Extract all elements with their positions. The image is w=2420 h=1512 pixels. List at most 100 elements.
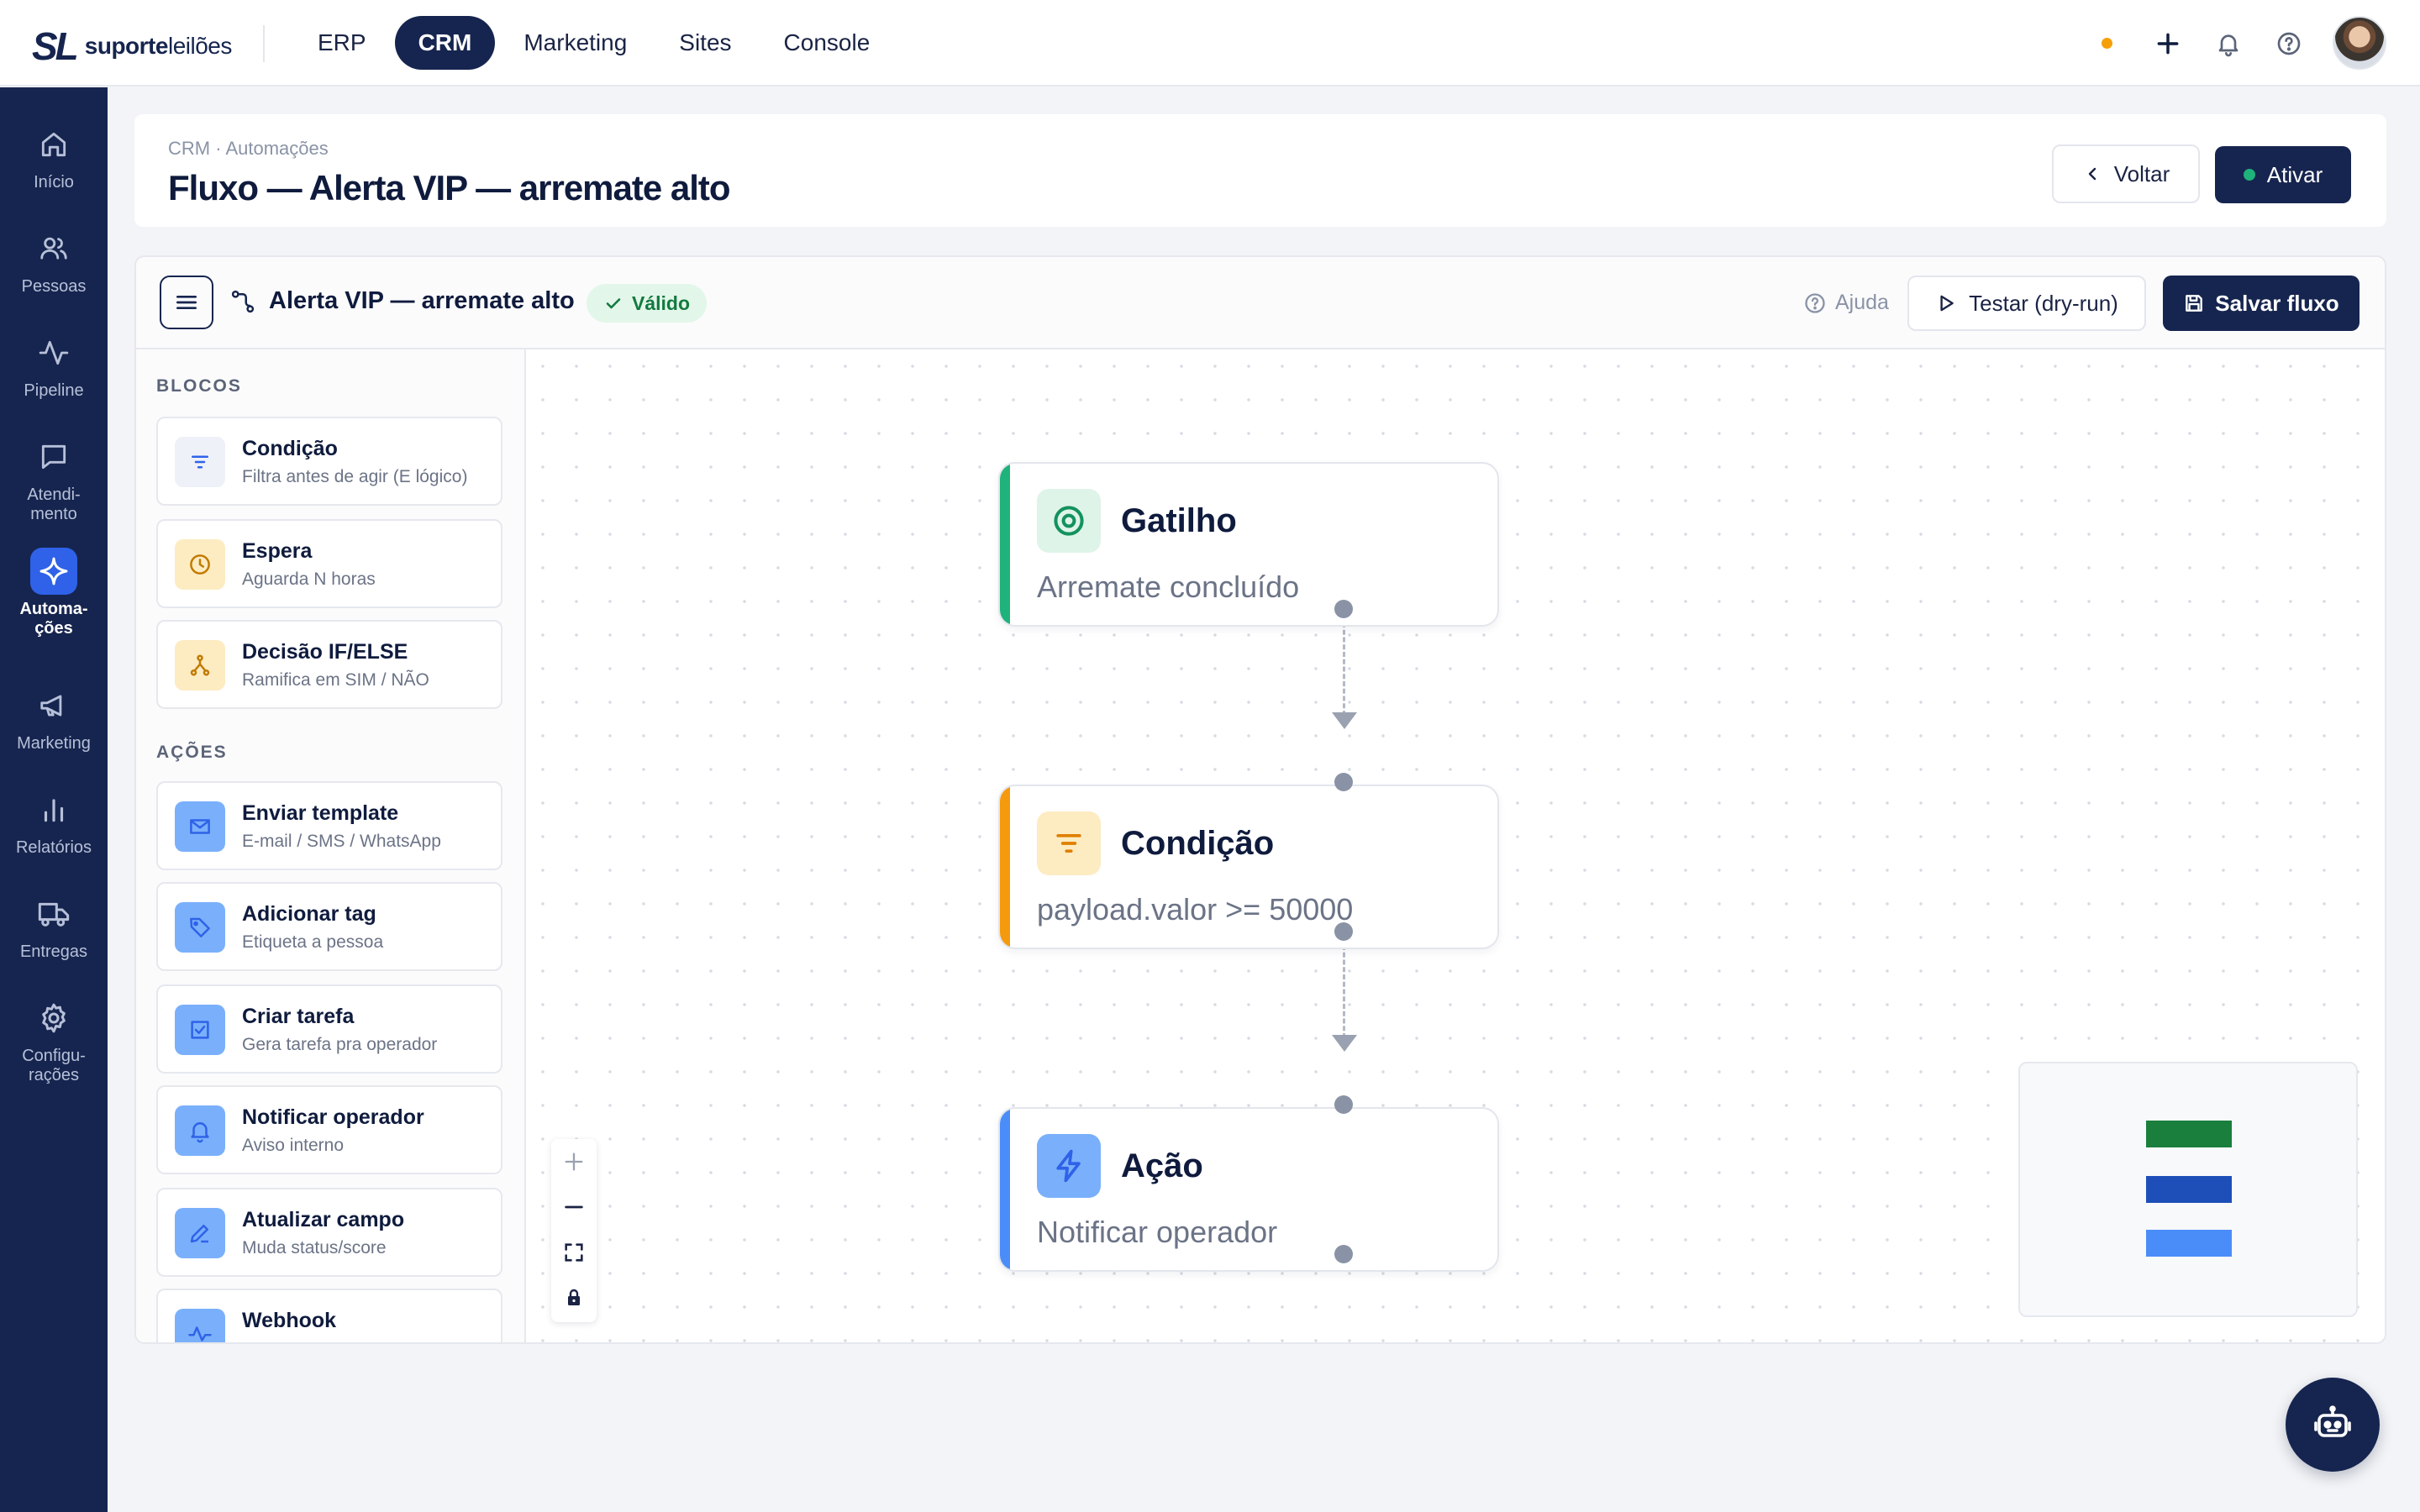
- node-input-handle[interactable]: [1334, 773, 1353, 791]
- save-flow-button[interactable]: Salvar fluxo: [2163, 276, 2360, 331]
- node-output-handle[interactable]: [1334, 1245, 1353, 1263]
- palette-item-title: Webhook: [242, 1309, 337, 1332]
- sidebar-item-label: Relatórios: [15, 838, 92, 857]
- node-subtitle: payload.valor >= 50000: [1037, 892, 1354, 927]
- test-button-label: Testar (dry-run): [1969, 290, 2118, 316]
- sidebar-item-marketing[interactable]: Marketing: [0, 682, 108, 753]
- back-button[interactable]: Voltar: [2052, 144, 2200, 203]
- flow-canvas[interactable]: Gatilho Arremate concluído Condição payl…: [526, 349, 2385, 1342]
- node-title: Condição: [1121, 825, 1275, 862]
- topnav-erp[interactable]: ERP: [294, 16, 390, 70]
- hamburger-icon: [176, 296, 197, 309]
- palette-item-title: Condição: [242, 437, 338, 460]
- sidebar-item-label: Marketing: [17, 734, 91, 753]
- palette-item-condicao[interactable]: Condição Filtra antes de agir (E lógico): [156, 417, 502, 506]
- sidebar-item-automacoes[interactable]: Automa- ções: [0, 548, 108, 638]
- palette-item-adicionar-tag[interactable]: Adicionar tag Etiqueta a pessoa: [156, 882, 502, 971]
- palette-item-subtitle: Ramifica em SIM / NÃO: [242, 670, 429, 690]
- sidebar-item-relatorios[interactable]: Relatórios: [0, 786, 108, 858]
- palette-item-webhook[interactable]: Webhook: [156, 1289, 502, 1342]
- sidebar-item-label: Automa- ções: [19, 600, 88, 638]
- sidebar-item-pipeline[interactable]: Pipeline: [0, 329, 108, 401]
- status-badge: Válido: [587, 284, 708, 323]
- node-subtitle: Notificar operador: [1037, 1215, 1278, 1249]
- save-button-label: Salvar fluxo: [2215, 290, 2339, 316]
- webhook-icon: [175, 1309, 225, 1342]
- palette-item-title: Atualizar campo: [242, 1208, 405, 1231]
- bell-icon: [175, 1105, 225, 1156]
- sidebar-item-entregas[interactable]: Entregas: [0, 890, 108, 962]
- help-circle-icon: [1805, 292, 1825, 313]
- target-icon: [1037, 489, 1101, 553]
- logo-mark: SL: [32, 24, 79, 68]
- palette-item-subtitle: E-mail / SMS / WhatsApp: [242, 832, 441, 851]
- assistant-button[interactable]: [2286, 1378, 2380, 1472]
- help-circle-icon[interactable]: [2270, 25, 2307, 62]
- palette-item-subtitle: Gera tarefa pra operador: [242, 1035, 438, 1054]
- palette-item-title: Adicionar tag: [242, 902, 376, 926]
- top-bar: SL suporteleilões ERP CRM Marketing Site…: [0, 0, 2420, 87]
- menu-button[interactable]: [160, 276, 213, 329]
- minimap-node: [2146, 1121, 2232, 1147]
- bell-icon[interactable]: [2210, 25, 2247, 62]
- palette-item-enviar-template[interactable]: Enviar template E-mail / SMS / WhatsApp: [156, 781, 502, 870]
- palette-item-criar-tarefa[interactable]: Criar tarefa Gera tarefa pra operador: [156, 984, 502, 1074]
- node-output-handle[interactable]: [1334, 922, 1353, 941]
- top-nav: ERP CRM Marketing Sites Console: [294, 16, 893, 70]
- sidebar-item-configuracoes[interactable]: Configu- rações: [0, 995, 108, 1085]
- topnav-marketing[interactable]: Marketing: [500, 16, 650, 70]
- palette-item-espera[interactable]: Espera Aguarda N horas: [156, 519, 502, 608]
- bar-chart-icon: [30, 786, 77, 833]
- brand-logo[interactable]: SL suporteleilões: [32, 24, 232, 69]
- palette-item-subtitle: Muda status/score: [242, 1238, 387, 1257]
- actions-heading: AÇÕES: [156, 743, 228, 762]
- activate-button[interactable]: Ativar: [2215, 146, 2351, 203]
- robot-icon: [2314, 1405, 2351, 1437]
- activity-icon: [30, 329, 77, 376]
- arrow-down-icon: [1332, 712, 1357, 729]
- check-icon: [606, 298, 621, 309]
- sidebar-item-label: Entregas: [19, 942, 88, 961]
- lightning-icon: [1037, 1134, 1101, 1198]
- flow-node-condition[interactable]: Condição payload.valor >= 50000: [998, 785, 1499, 949]
- sidebar-item-pessoas[interactable]: Pessoas: [0, 225, 108, 297]
- flow-node-trigger[interactable]: Gatilho Arremate concluído: [998, 462, 1499, 627]
- palette-item-decisao[interactable]: Decisão IF/ELSE Ramifica em SIM / NÃO: [156, 620, 502, 709]
- clock-icon: [175, 539, 225, 590]
- help-link[interactable]: Ajuda: [1803, 291, 1889, 315]
- truck-icon: [30, 890, 77, 937]
- test-dry-run-button[interactable]: Testar (dry-run): [1907, 276, 2146, 331]
- sidebar-item-atendimento[interactable]: Atendi- mento: [0, 433, 108, 524]
- palette-item-title: Enviar template: [242, 801, 399, 825]
- flow-node-action[interactable]: Ação Notificar operador: [998, 1107, 1499, 1272]
- palette-item-notificar-operador[interactable]: Notificar operador Aviso interno: [156, 1085, 502, 1174]
- canvas-controls: [551, 1139, 597, 1322]
- plus-icon[interactable]: [2149, 25, 2186, 62]
- topnav-crm[interactable]: CRM: [394, 16, 496, 70]
- flow-name[interactable]: Alerta VIP — arremate alto: [269, 287, 575, 315]
- node-input-handle[interactable]: [1334, 1095, 1353, 1114]
- save-icon: [2186, 295, 2203, 312]
- topnav-sites[interactable]: Sites: [655, 16, 755, 70]
- zoom-in-icon[interactable]: [551, 1139, 597, 1184]
- palette-item-title: Decisão IF/ELSE: [242, 640, 408, 664]
- fit-view-icon[interactable]: [551, 1230, 597, 1275]
- palette-item-atualizar-campo[interactable]: Atualizar campo Muda status/score: [156, 1188, 502, 1277]
- palette-item-subtitle: Filtra antes de agir (E lógico): [242, 467, 468, 486]
- minimap[interactable]: [2018, 1062, 2358, 1317]
- lock-icon[interactable]: [551, 1275, 597, 1320]
- palette-item-title: Espera: [242, 539, 313, 563]
- zoom-out-icon[interactable]: [551, 1184, 597, 1230]
- topnav-console[interactable]: Console: [760, 16, 894, 70]
- sidebar-item-label: Pipeline: [24, 381, 84, 400]
- node-subtitle: Arremate concluído: [1037, 570, 1300, 604]
- back-button-label: Voltar: [2113, 160, 2170, 186]
- blocks-heading: BLOCOS: [156, 376, 242, 396]
- user-avatar[interactable]: [2333, 16, 2386, 70]
- sidebar-item-inicio[interactable]: Início: [0, 121, 108, 192]
- home-icon: [30, 121, 77, 168]
- palette-item-title: Criar tarefa: [242, 1005, 355, 1028]
- page-title: Fluxo — Alerta VIP — arremate alto: [168, 168, 731, 207]
- editor-toolbar: Alerta VIP — arremate alto Válido Ajuda …: [136, 257, 2385, 349]
- node-output-handle[interactable]: [1334, 600, 1353, 618]
